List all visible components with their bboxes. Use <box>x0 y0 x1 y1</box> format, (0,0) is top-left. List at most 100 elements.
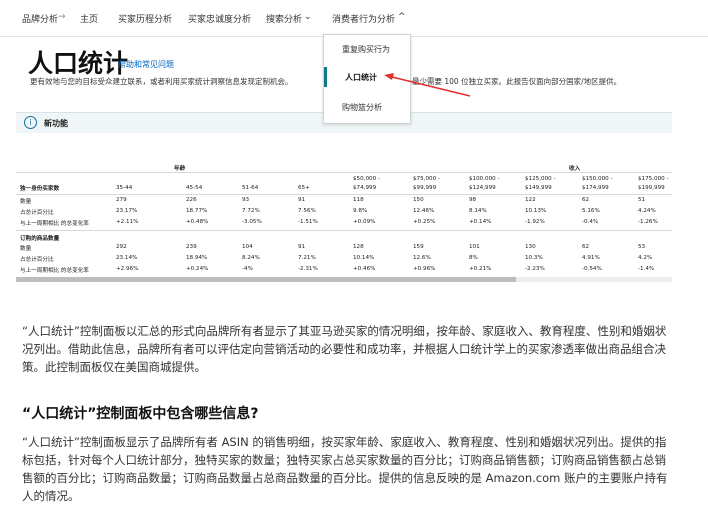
table-cell: 93 <box>242 197 250 203</box>
row-label: 与上一周期相比 的总变化率 <box>20 268 89 274</box>
nav-home[interactable]: 主页 <box>80 12 98 25</box>
table-cell: +0.24% <box>186 266 209 272</box>
column-header[interactable]: $100,000 - $124,999 <box>469 175 500 193</box>
article-heading: “人口统计”控制面板中包含哪些信息? <box>22 406 259 422</box>
table-cell: 23.17% <box>116 208 138 214</box>
table-cell: 7.21% <box>298 255 316 261</box>
column-header[interactable]: 45-54 <box>186 184 202 193</box>
chevron-down-icon[interactable]: ⌄ <box>304 12 312 22</box>
table-cell: 8% <box>469 255 478 261</box>
table-cell: -4% <box>242 266 253 272</box>
demographics-table: 年龄 收入 独一身份买家数 订购的商品数量 35-44 45-54 51-64 65+… <box>16 160 672 284</box>
table-cell: 128 <box>353 244 364 250</box>
table-cell: 8.24% <box>242 255 260 261</box>
table-cell: 10.13% <box>525 208 547 214</box>
row-label: 占总计百分比 <box>20 257 54 263</box>
column-header[interactable]: $75,000 - $99,999 <box>413 175 440 193</box>
table-cell: 7.72% <box>242 208 260 214</box>
breadcrumb-separator: → <box>58 12 66 22</box>
table-cell: 122 <box>525 197 536 203</box>
menu-item-demographics[interactable]: 人口统计 <box>324 67 413 87</box>
table-cell: 130 <box>525 244 536 250</box>
table-horizontal-scrollbar[interactable] <box>16 277 672 282</box>
menu-item-repeat-purchase[interactable]: 重复购买行为 <box>324 39 410 59</box>
page-description: 更有效地与您的目标受众建立联系，或者利用买家统计洞察信息发现定制机会。 <box>30 77 293 86</box>
table-cell: 159 <box>413 244 424 250</box>
article-paragraph-details: “人口统计”控制面板显示了品牌所有者 ASIN 的销售明细，按买家年龄、家庭收入… <box>22 435 668 503</box>
table-cell: 279 <box>116 197 127 203</box>
table-cell: +2.96% <box>116 266 139 272</box>
table-cell: +0.14% <box>469 219 492 225</box>
table-cell: 118 <box>353 197 364 203</box>
column-header[interactable]: 65+ <box>298 184 310 193</box>
table-cell: -2.31% <box>298 266 318 272</box>
table-cell: 10.14% <box>353 255 375 261</box>
column-header[interactable]: $50,000 - $74,999 <box>353 175 380 193</box>
table-divider <box>16 230 672 231</box>
column-header[interactable]: $150,000 - $174,999 <box>582 175 613 193</box>
column-header[interactable]: 35-44 <box>116 184 132 193</box>
table-cell: -0.54% <box>582 266 602 272</box>
section-header-unique-buyers: 独一身份买家数 <box>20 186 60 192</box>
nav-search-analytics[interactable]: 搜索分析 <box>266 12 302 25</box>
table-cell: -1.26% <box>638 219 658 225</box>
table-cell: 62 <box>582 244 590 250</box>
top-navigation: 品牌分析 → 主页 买家历程分析 买家忠诚度分析 搜索分析 ⌄ 消费者行为分析 … <box>0 0 708 37</box>
table-cell: 53 <box>638 244 646 250</box>
table-cell: 9.8% <box>353 208 368 214</box>
table-cell: +0.46% <box>353 266 376 272</box>
table-cell: 104 <box>242 244 253 250</box>
row-label: 与上一周期相比 的总变化率 <box>20 221 89 227</box>
nav-buyer-journey[interactable]: 买家历程分析 <box>118 12 172 25</box>
help-link[interactable]: 帮助和常见问题 <box>118 59 174 70</box>
page-title: 人口统计 <box>28 49 129 78</box>
article-paragraph-intro: “人口统计”控制面板以汇总的形式向品牌所有者显示了其亚马逊买家的情况明细，按年龄… <box>22 324 667 374</box>
nav-brand-analytics[interactable]: 品牌分析 <box>22 12 58 25</box>
table-cell: 10.3% <box>525 255 543 261</box>
table-cell: -2.23% <box>525 266 545 272</box>
table-cell: -1.92% <box>525 219 545 225</box>
table-cell: +0.25% <box>413 219 436 225</box>
table-cell: 18.77% <box>186 208 208 214</box>
column-header[interactable]: $175,000 - $199,999 <box>638 175 669 193</box>
page-description-requirements: 最少需要 100 位独立买家。此报告仅面向部分国家/地区提供。 <box>412 77 622 86</box>
menu-item-basket-analysis[interactable]: 购物篮分析 <box>324 97 410 117</box>
table-divider <box>16 194 672 195</box>
group-header-income: 收入 <box>569 166 581 172</box>
table-cell: 150 <box>413 197 424 203</box>
table-cell: 5.16% <box>582 208 600 214</box>
table-cell: -1.4% <box>638 266 655 272</box>
row-label: 数量 <box>20 199 32 205</box>
scrollbar-thumb[interactable] <box>16 277 516 282</box>
table-cell: 91 <box>298 244 306 250</box>
nav-consumer-behavior[interactable]: 消费者行为分析 <box>332 12 395 25</box>
consumer-behavior-dropdown: 重复购买行为 人口统计 购物篮分析 <box>323 34 411 124</box>
chevron-up-icon[interactable]: ^ <box>398 12 406 22</box>
info-icon: i <box>24 116 37 129</box>
table-cell: 91 <box>298 197 306 203</box>
table-cell: 12.6% <box>413 255 431 261</box>
table-cell: 239 <box>186 244 197 250</box>
table-cell: 292 <box>116 244 127 250</box>
table-cell: 23.14% <box>116 255 138 261</box>
table-cell: -3.05% <box>242 219 262 225</box>
column-header[interactable]: 51-64 <box>242 184 258 193</box>
table-divider <box>16 172 672 173</box>
table-cell: +0.09% <box>353 219 376 225</box>
column-header[interactable]: $125,000 - $149,999 <box>525 175 556 193</box>
row-label: 数量 <box>20 246 32 252</box>
table-cell: +2.11% <box>116 219 139 225</box>
table-cell: 98 <box>469 197 477 203</box>
table-cell: 4.91% <box>582 255 600 261</box>
table-cell: -0.4% <box>582 219 599 225</box>
table-cell: 62 <box>582 197 590 203</box>
row-label: 占总计百分比 <box>20 210 54 216</box>
table-cell: 51 <box>638 197 646 203</box>
table-cell: -1.51% <box>298 219 318 225</box>
table-cell: 4.24% <box>638 208 656 214</box>
nav-buyer-loyalty[interactable]: 买家忠诚度分析 <box>188 12 251 25</box>
table-cell: +0.96% <box>413 266 436 272</box>
table-cell: 226 <box>186 197 197 203</box>
section-header-ordered-units: 订购的商品数量 <box>20 236 60 242</box>
table-cell: 8.14% <box>469 208 487 214</box>
